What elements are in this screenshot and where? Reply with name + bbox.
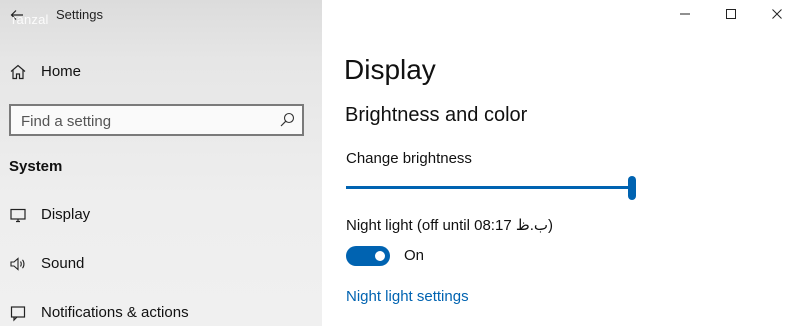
section-subheading: Brightness and color <box>345 104 528 126</box>
search-icon[interactable] <box>278 111 296 129</box>
toggle-knob <box>375 251 385 261</box>
sidebar-item-notifications[interactable]: Notifications & actions <box>0 297 322 326</box>
sidebar-item-sound[interactable]: Sound <box>0 248 322 280</box>
brightness-label: Change brightness <box>346 150 472 167</box>
watermark-text: ranzal <box>12 12 49 27</box>
search-box[interactable] <box>9 104 304 136</box>
brightness-slider-thumb[interactable] <box>628 176 636 200</box>
speaker-icon <box>9 255 27 273</box>
sidebar-item-label: Sound <box>41 255 85 272</box>
close-icon <box>772 9 782 19</box>
minimize-icon <box>680 13 690 15</box>
night-light-settings-link[interactable]: Night light settings <box>346 288 469 305</box>
titlebar-left: ranzal Settings <box>0 0 322 32</box>
brightness-slider-track[interactable] <box>346 186 628 189</box>
maximize-button[interactable] <box>708 0 754 28</box>
sidebar-item-display[interactable]: Display <box>0 199 322 231</box>
sidebar-item-label: Notifications & actions <box>41 304 189 321</box>
search-input[interactable] <box>21 112 261 130</box>
section-header: System <box>9 158 63 175</box>
maximize-icon <box>726 9 736 19</box>
monitor-icon <box>9 206 27 224</box>
night-light-toggle[interactable] <box>346 246 390 266</box>
window-controls <box>662 0 800 30</box>
app-title: Settings <box>56 7 103 22</box>
sidebar-item-label: Display <box>41 206 91 223</box>
nav-home[interactable]: Home <box>0 56 322 88</box>
main-content: Display Brightness and color Change brig… <box>322 0 800 326</box>
minimize-button[interactable] <box>662 0 708 28</box>
brightness-slider[interactable] <box>346 176 636 200</box>
night-light-label: Night light (off until 08:17 ب.ظ) <box>346 217 553 234</box>
nav-home-label: Home <box>41 63 82 80</box>
toggle-state-label: On <box>404 247 425 264</box>
page-title: Display <box>344 54 436 85</box>
sidebar: ranzal Settings Home System Display <box>0 0 322 326</box>
home-icon <box>9 63 27 81</box>
close-button[interactable] <box>754 0 800 28</box>
notification-icon <box>9 304 27 322</box>
